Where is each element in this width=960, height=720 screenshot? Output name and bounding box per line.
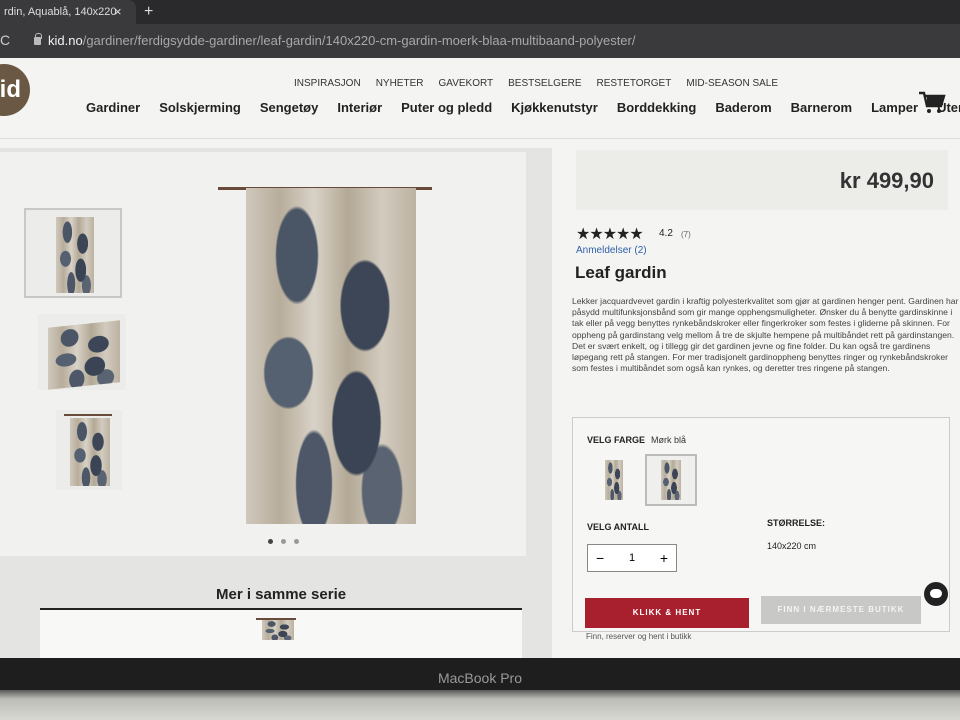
gallery-panel <box>0 152 526 556</box>
thumbnail-2-image <box>48 320 120 390</box>
reviews-link[interactable]: Anmeldelser (2) <box>576 245 647 256</box>
color-label: VELG FARGE <box>587 435 646 445</box>
find-store-button[interactable]: FINN I NÆRMESTE BUTIKK <box>761 596 921 624</box>
product-price: kr 499,90 <box>839 168 934 193</box>
main-nav: Gardiner Solskjerming Sengetøy Interiør … <box>86 100 960 115</box>
nav-lamper[interactable]: Lamper <box>871 100 918 115</box>
thumbnail-1[interactable] <box>24 208 122 298</box>
product-description: Lekker jacquardvevet gardin i kraftig po… <box>572 296 959 374</box>
color-swatch-aquabla[interactable] <box>595 454 647 506</box>
nav-borddekking[interactable]: Borddekking <box>617 100 696 115</box>
rating-stars: ★★★★★ <box>576 226 644 243</box>
product-title: Leaf gardin <box>575 263 667 282</box>
top-nav-inspirasjon[interactable]: INSPIRASJON <box>294 78 361 89</box>
url-path: /gardiner/ferdigsydde-gardiner/leaf-gard… <box>82 33 636 48</box>
nav-baderom[interactable]: Baderom <box>715 100 771 115</box>
carousel-dot-3[interactable] <box>294 539 299 544</box>
product-gallery: Mer i samme serie <box>0 148 552 658</box>
series-card-image <box>262 620 294 640</box>
lock-icon[interactable] <box>34 33 42 45</box>
browser-tab-bar: rdin, Aquablå, 140x220 × + <box>0 0 960 24</box>
laptop-base <box>0 690 960 720</box>
nav-sengetoy[interactable]: Sengetøy <box>260 100 319 115</box>
series-product-card[interactable] <box>40 610 522 658</box>
nav-gardiner[interactable]: Gardiner <box>86 100 140 115</box>
price-box: kr 499,90 <box>576 150 948 210</box>
nav-barnerom[interactable]: Barnerom <box>791 100 852 115</box>
top-nav-gavekort[interactable]: GAVEKORT <box>438 78 493 89</box>
size-value: 140x220 cm <box>767 541 817 551</box>
series-heading: Mer i samme serie <box>216 586 347 603</box>
color-value: Mørk blå <box>651 435 687 445</box>
thumbnail-3[interactable] <box>56 410 122 490</box>
url-host: kid.no <box>48 33 83 48</box>
color-swatch-aquabla-image <box>605 460 623 500</box>
top-nav-mid-season-sale[interactable]: MID-SEASON SALE <box>686 78 778 89</box>
purchase-options: VELG FARGE Mørk blå VELG ANTALL STØRRELS… <box>572 417 950 632</box>
thumbnail-3-image <box>70 418 110 486</box>
top-nav-bestselgere[interactable]: BESTSELGERE <box>508 78 581 89</box>
rating-count: (7) <box>681 230 691 239</box>
top-nav-nyheter[interactable]: NYHETER <box>376 78 424 89</box>
quantity-value[interactable]: 1 <box>629 552 635 564</box>
new-tab-button[interactable]: + <box>144 0 153 24</box>
nav-interior[interactable]: Interiør <box>337 100 382 115</box>
nav-puter-og-pledd[interactable]: Puter og pledd <box>401 100 492 115</box>
carousel-dot-2[interactable] <box>281 539 286 544</box>
nav-kjokkenutstyr[interactable]: Kjøkkenutstyr <box>511 100 598 115</box>
site-logo[interactable]: id <box>0 64 30 116</box>
rating-value: 4.2 <box>659 228 673 239</box>
header-divider <box>0 138 960 139</box>
cart-icon[interactable] <box>918 90 946 114</box>
laptop-brand: MacBook Pro <box>437 670 523 686</box>
screen-photo: rdin, Aquablå, 140x220 × + C kid.no/gard… <box>0 0 960 720</box>
web-page: id INSPIRASJON NYHETER GAVEKORT BESTSELG… <box>0 58 960 658</box>
chat-icon[interactable] <box>924 582 948 606</box>
color-swatch-mork-bla-image <box>661 460 681 500</box>
thumbnail-3-rod <box>64 414 112 416</box>
tab-title: rdin, Aquablå, 140x220 <box>4 6 117 18</box>
reserve-footnote[interactable]: Finn, reserver og hent i butikk <box>586 632 691 641</box>
click-and-collect-button[interactable]: KLIKK & HENT <box>585 598 749 628</box>
nav-solskjerming[interactable]: Solskjerming <box>159 100 241 115</box>
size-label: STØRRELSE: <box>767 518 826 528</box>
color-swatch-mork-bla[interactable] <box>645 454 697 506</box>
quantity-stepper[interactable]: − 1 + <box>587 544 677 572</box>
main-product-image[interactable] <box>246 188 416 524</box>
url-text[interactable]: kid.no/gardiner/ferdigsydde-gardiner/lea… <box>48 33 635 48</box>
top-nav-restetorget[interactable]: RESTETORGET <box>597 78 672 89</box>
carousel-dots <box>268 539 299 544</box>
quantity-label: VELG ANTALL <box>587 522 649 532</box>
carousel-dot-1[interactable] <box>268 539 273 544</box>
thumbnail-1-image <box>56 217 94 293</box>
top-nav: INSPIRASJON NYHETER GAVEKORT BESTSELGERE… <box>294 78 778 89</box>
increase-quantity-button[interactable]: + <box>660 550 668 566</box>
close-tab-icon[interactable]: × <box>114 0 128 24</box>
decrease-quantity-button[interactable]: − <box>596 550 604 566</box>
address-bar[interactable]: C kid.no/gardiner/ferdigsydde-gardiner/l… <box>0 24 960 58</box>
reload-icon[interactable]: C <box>0 32 10 48</box>
thumbnail-2[interactable] <box>38 314 126 390</box>
